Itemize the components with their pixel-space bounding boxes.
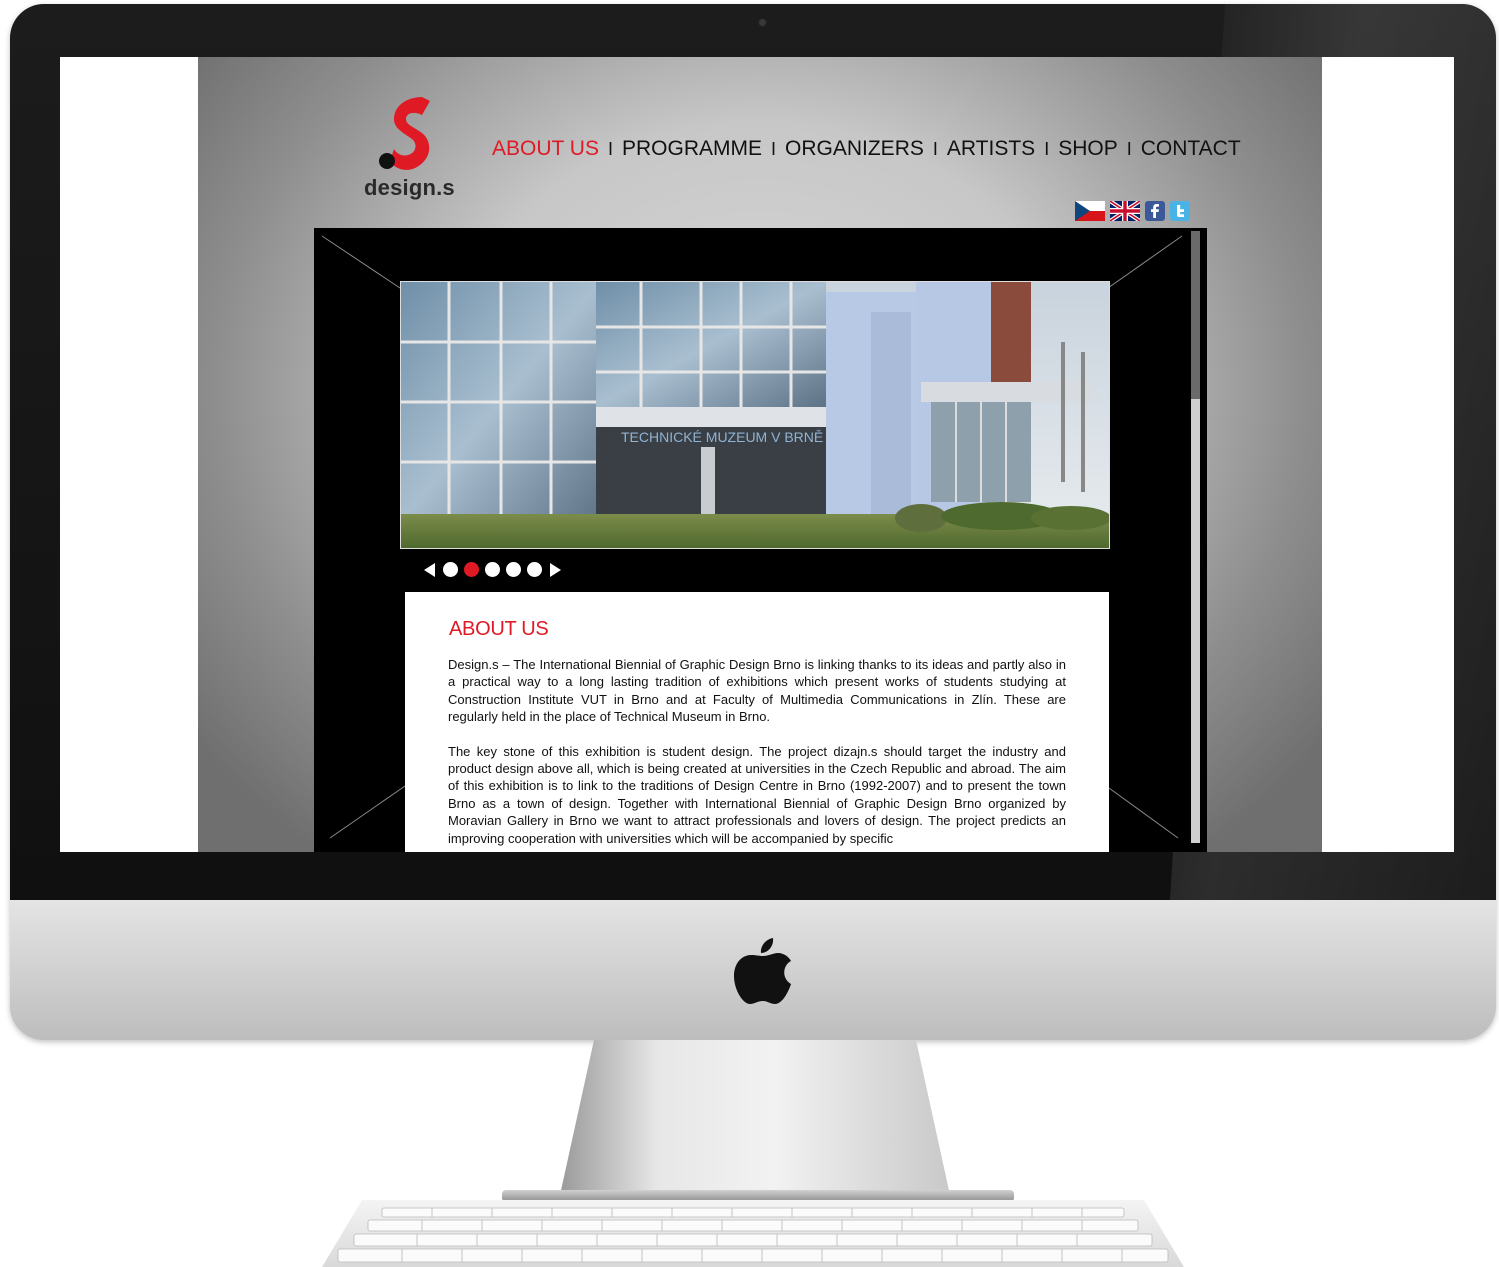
nav-separator: I — [771, 138, 777, 159]
web-page: design.s ABOUT US I PROGRAMME I ORGANIZE… — [198, 57, 1322, 852]
content-scrollbar[interactable] — [1191, 231, 1200, 843]
nav-separator: I — [1044, 138, 1050, 159]
facebook-icon[interactable] — [1145, 201, 1165, 226]
nav-separator: I — [1126, 138, 1132, 159]
nav-contact[interactable]: CONTACT — [1141, 137, 1241, 161]
monitor-stand — [560, 1040, 950, 1195]
slider-controls — [424, 562, 561, 577]
apple-logo-icon — [734, 938, 791, 1004]
logo-text: design.s — [364, 175, 455, 200]
photo-sign-text: TECHNICKÉ MUZEUM V BRNĚ — [621, 429, 823, 445]
nav-separator: I — [932, 138, 938, 159]
language-social-icons — [1075, 199, 1190, 226]
twitter-icon[interactable] — [1170, 201, 1190, 226]
slider-dot-4[interactable] — [506, 562, 521, 577]
uk-flag-icon[interactable] — [1108, 199, 1142, 226]
nav-artists[interactable]: ARTISTS — [947, 137, 1035, 161]
scrollbar-thumb[interactable] — [1191, 231, 1200, 399]
about-title: ABOUT US — [449, 618, 549, 640]
keyboard-keys — [337, 1207, 1169, 1263]
museum-building-image: TECHNICKÉ MUZEUM V BRNĚ — [401, 282, 1109, 548]
nav-about-us[interactable]: ABOUT US — [492, 137, 599, 161]
about-paragraph-2: The key stone of this exhibition is stud… — [448, 743, 1066, 846]
nav-shop[interactable]: SHOP — [1058, 137, 1118, 161]
nav-organizers[interactable]: ORGANIZERS — [785, 137, 924, 161]
about-paragraph-1: Design.s – The International Biennial of… — [448, 657, 1066, 725]
slider-prev-icon[interactable] — [424, 562, 435, 577]
about-text: Design.s – The International Biennial of… — [448, 656, 1066, 852]
site-logo[interactable]: design.s — [362, 95, 455, 205]
slider-dot-1[interactable] — [443, 562, 458, 577]
czech-flag-icon[interactable] — [1075, 201, 1105, 226]
nav-programme[interactable]: PROGRAMME — [622, 137, 762, 161]
keyboard — [322, 1200, 1184, 1267]
slider-dot-2[interactable] — [464, 562, 479, 577]
nav-separator: I — [607, 138, 613, 159]
slider-next-icon[interactable] — [550, 562, 561, 577]
main-nav: ABOUT US I PROGRAMME I ORGANIZERS I ARTI… — [492, 137, 1241, 161]
monitor-chin — [10, 900, 1496, 1040]
slider-photo-technical-museum: TECHNICKÉ MUZEUM V BRNĚ — [400, 281, 1110, 549]
slider-dot-3[interactable] — [485, 562, 500, 577]
content-stage: TECHNICKÉ MUZEUM V BRNĚ ABOUT US Design.… — [314, 228, 1207, 852]
screen: design.s ABOUT US I PROGRAMME I ORGANIZE… — [60, 57, 1454, 852]
slider-dot-5[interactable] — [527, 562, 542, 577]
camera-icon — [758, 18, 767, 27]
logo-mark-icon — [379, 97, 430, 170]
about-content-panel: ABOUT US Design.s – The International Bi… — [405, 592, 1109, 852]
